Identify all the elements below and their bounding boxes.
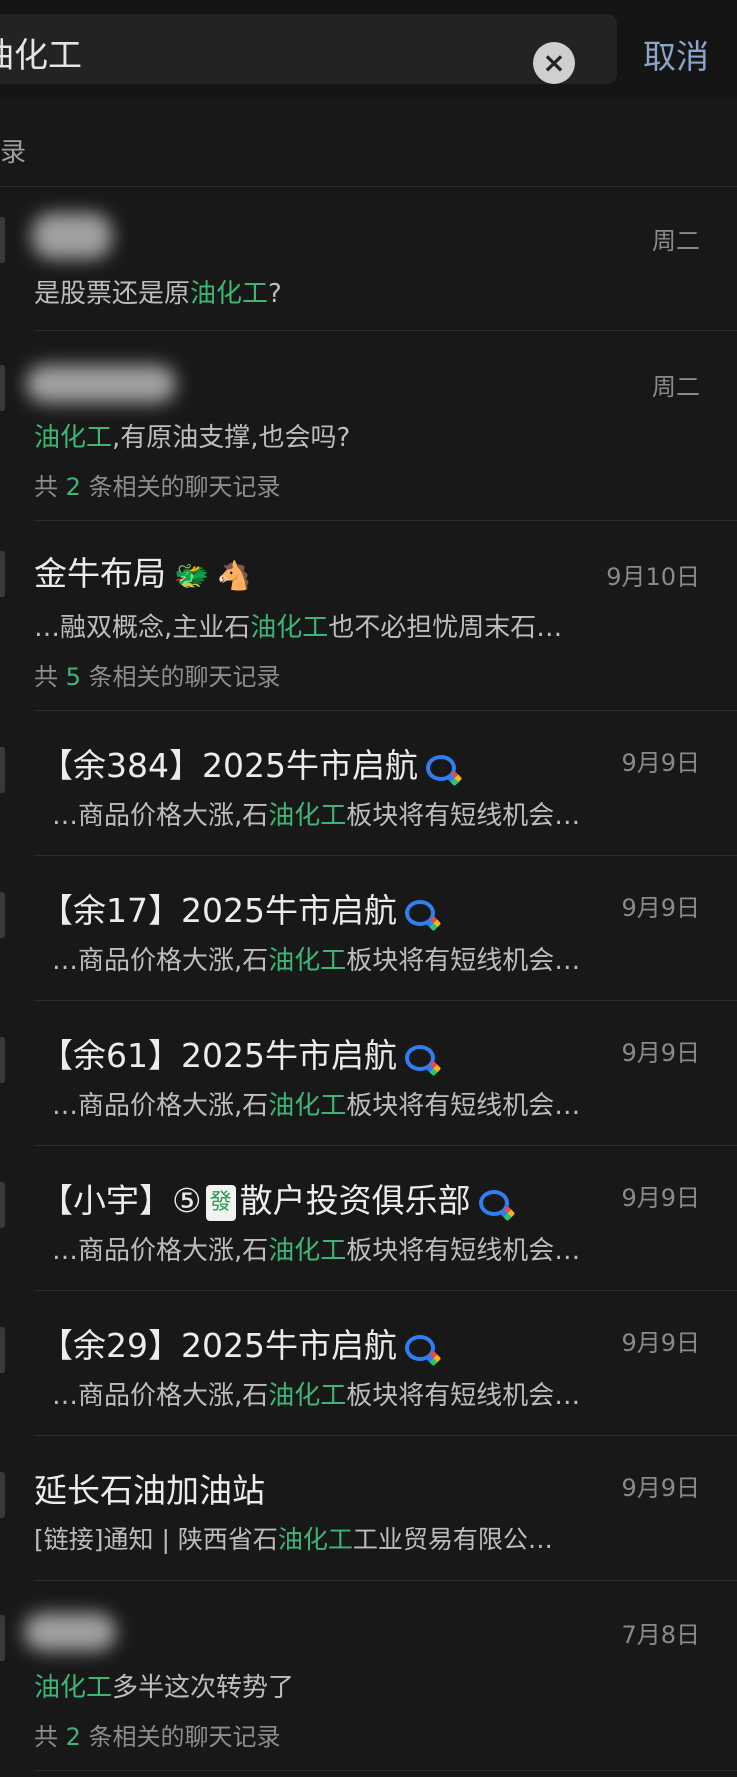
chat-result-row[interactable]: 【余61】2025牛市启航 9月9日 …商品价格大涨,石油化工板块将有短线机会… (0, 1001, 737, 1146)
avatar (0, 365, 5, 411)
result-snippet: …商品价格大涨,石油化工板块将有短线机会… (52, 1236, 581, 1266)
result-date: 9月10日 (606, 563, 700, 591)
blurred-contact-name (32, 213, 112, 259)
avatar (0, 551, 5, 597)
result-date: 周二 (652, 227, 700, 255)
result-name: 【小宇】⑤ 發散户投资俱乐部 (40, 1174, 509, 1222)
avatar (0, 1327, 5, 1373)
chat-result-row[interactable]: 延长石油加油站 9月9日 [链接]通知 | 陕西省石油化工工业贸易有限公… (0, 1436, 737, 1581)
related-count: 共 2 条相关的聊天记录 (34, 473, 281, 501)
result-snippet: …融双概念,主业石油化工也不必担忧周末石… (34, 613, 563, 643)
chat-result-row[interactable]: 【余29】2025牛市启航 9月9日 …商品价格大涨,石油化工板块将有短线机会… (0, 1291, 737, 1436)
search-query-text[interactable]: 油化工 (0, 28, 82, 77)
result-snippet: 是股票还是原油化工? (34, 279, 282, 309)
avatar (0, 1037, 5, 1083)
mahjong-tile-icon: 發 (205, 1184, 236, 1221)
result-date: 9月9日 (621, 749, 700, 777)
wecom-group-icon (404, 899, 435, 926)
result-date: 9月9日 (621, 1039, 700, 1067)
chat-result-row[interactable]: 【余17】2025牛市启航 9月9日 …商品价格大涨,石油化工板块将有短线机会… (0, 856, 737, 1001)
avatar (0, 217, 5, 263)
result-name: 【余17】2025牛市启航 (40, 884, 435, 932)
section-title: 录 (0, 138, 27, 168)
related-count: 共 5 条相关的聊天记录 (34, 663, 281, 691)
wecom-group-icon (404, 1044, 435, 1071)
chat-result-row[interactable]: 周二 油化工,有原油支撑,也会吗? 共 2 条相关的聊天记录 (0, 331, 737, 521)
chat-result-row[interactable]: 金牛布局 🐲 🐴 9月10日 …融双概念,主业石油化工也不必担忧周末石… 共 5 条… (0, 521, 737, 711)
chat-result-row[interactable]: 【余384】2025牛市启航 9月9日 …商品价格大涨,石油化工板块将有短线机会… (0, 711, 737, 856)
search-header: 油化工 × 取消 (0, 0, 737, 98)
result-snippet: …商品价格大涨,石油化工板块将有短线机会… (52, 1091, 581, 1121)
divider (34, 1770, 737, 1771)
wecom-group-icon (425, 754, 456, 781)
result-date: 9月9日 (621, 1474, 700, 1502)
result-snippet: …商品价格大涨,石油化工板块将有短线机会… (52, 801, 581, 831)
horse-emoji-icon: 🐴 (216, 558, 252, 592)
wecom-group-icon (404, 1334, 435, 1361)
dragon-emoji-icon: 🐲 (174, 558, 209, 592)
result-name: 延长石油加油站 (34, 1471, 265, 1510)
close-circle-icon[interactable]: × (533, 42, 575, 84)
avatar (0, 747, 5, 793)
result-date: 周二 (652, 373, 700, 401)
wecom-group-icon (478, 1189, 509, 1216)
related-count: 共 2 条相关的聊天记录 (34, 1723, 281, 1751)
chat-result-row[interactable]: 周二 是股票还是原油化工? (0, 187, 737, 331)
avatar (0, 1472, 5, 1518)
blurred-contact-name (26, 365, 176, 403)
result-date: 9月9日 (621, 1184, 700, 1212)
avatar (0, 1182, 5, 1228)
chat-result-row[interactable]: 【小宇】⑤ 發散户投资俱乐部 9月9日 …商品价格大涨,石油化工板块将有短线机会… (0, 1146, 737, 1291)
blurred-contact-name (24, 1613, 116, 1651)
result-snippet: 油化工,有原油支撑,也会吗? (34, 423, 351, 453)
result-date: 9月9日 (621, 1329, 700, 1357)
result-snippet: …商品价格大涨,石油化工板块将有短线机会… (52, 946, 581, 976)
avatar (0, 892, 5, 938)
result-snippet: 油化工多半这次转势了 (34, 1673, 295, 1703)
avatar (0, 1615, 5, 1661)
result-name: 【余29】2025牛市启航 (40, 1319, 435, 1367)
result-snippet: …商品价格大涨,石油化工板块将有短线机会… (52, 1381, 581, 1411)
search-input[interactable]: 油化工 × (0, 14, 617, 84)
result-name: 【余384】2025牛市启航 (40, 739, 456, 787)
result-date: 9月9日 (621, 894, 700, 922)
result-snippet: [链接]通知 | 陕西省石油化工工业贸易有限公… (34, 1525, 553, 1554)
chat-result-row[interactable]: 7月8日 油化工多半这次转势了 共 2 条相关的聊天记录 (0, 1581, 737, 1771)
result-name: 【余61】2025牛市启航 (40, 1029, 435, 1077)
result-date: 7月8日 (621, 1621, 700, 1649)
result-name: 金牛布局 🐲 🐴 (34, 554, 252, 593)
cancel-button[interactable]: 取消 (643, 30, 709, 78)
